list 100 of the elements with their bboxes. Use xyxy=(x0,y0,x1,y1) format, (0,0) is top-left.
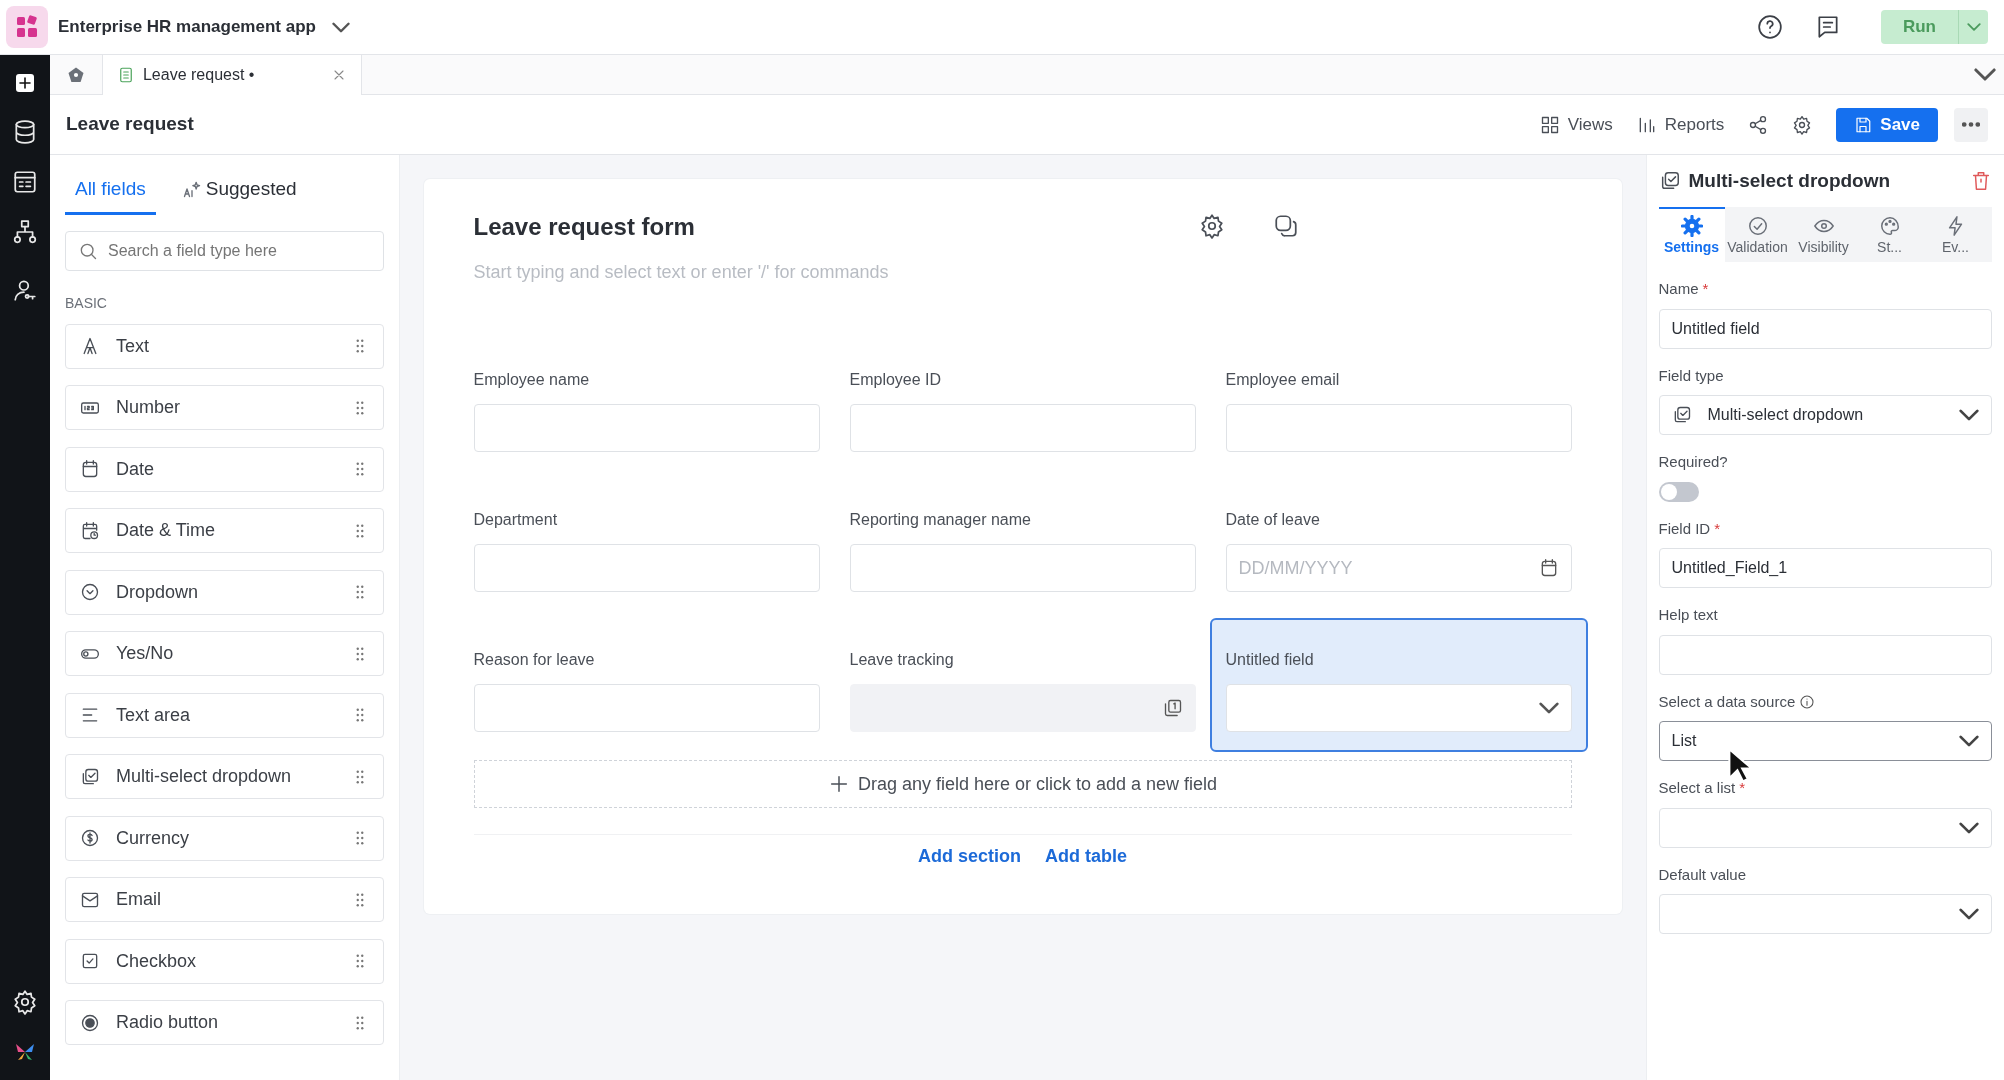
field-type-item[interactable]: Yes/No xyxy=(64,631,384,676)
share-icon xyxy=(1748,114,1769,135)
sparkle-icon xyxy=(181,179,202,200)
required-marker: * xyxy=(1702,279,1709,299)
form-title: Leave request form xyxy=(473,212,696,242)
plus-icon[interactable] xyxy=(13,71,37,95)
database-icon[interactable] xyxy=(12,119,38,145)
input-field[interactable] xyxy=(473,544,820,592)
field-label: Date of leave xyxy=(1225,510,1321,530)
form-icon[interactable] xyxy=(12,169,38,195)
section-heading: BASIC xyxy=(64,293,108,313)
field-type-item[interactable]: Dropdown xyxy=(64,569,384,615)
field-label: Field type xyxy=(1658,365,1724,386)
field-type-item[interactable]: Currency xyxy=(64,815,384,861)
palette-icon xyxy=(1878,215,1901,237)
input-field[interactable] xyxy=(1225,404,1572,452)
select-field[interactable] xyxy=(1658,894,1992,934)
field-label: Select a list xyxy=(1658,778,1736,798)
input-field[interactable] xyxy=(849,404,1196,452)
caret-icon xyxy=(1959,735,1979,747)
field-type-item[interactable]: Date & Time xyxy=(64,508,384,553)
field-type-item[interactable]: Radio button xyxy=(64,1000,384,1045)
add-link[interactable]: Add table xyxy=(1045,843,1127,870)
input-field[interactable] xyxy=(473,404,820,452)
caret-icon xyxy=(331,21,350,33)
input-field[interactable]: Untitled_Field_1 xyxy=(1658,548,1992,588)
property-tab[interactable]: St... xyxy=(1856,207,1923,262)
field-type-item[interactable]: Number xyxy=(64,385,384,430)
select-field[interactable]: List xyxy=(1658,721,1992,761)
settings-icon[interactable] xyxy=(12,989,38,1016)
panel-tab[interactable]: All fields xyxy=(64,163,156,215)
field-type-item[interactable]: Text area xyxy=(64,692,384,738)
save-button[interactable]: Save xyxy=(1836,107,1938,142)
field-label: Name xyxy=(1658,279,1699,299)
input-field[interactable] xyxy=(473,684,820,732)
dropdown-field[interactable] xyxy=(1225,684,1572,732)
caret-icon xyxy=(1538,702,1559,714)
property-tab[interactable]: Settings xyxy=(1658,207,1725,262)
select-value: Multi-select dropdown xyxy=(1707,405,1864,425)
field-label: Untitled field xyxy=(1225,650,1315,670)
property-tab[interactable]: Validation xyxy=(1724,207,1791,262)
caret-icon xyxy=(1959,908,1979,920)
app-title-dropdown[interactable]: Enterprise HR management app xyxy=(58,14,350,40)
property-tab[interactable]: Ev... xyxy=(1922,207,1989,262)
input-field[interactable] xyxy=(849,544,1196,592)
panel-tab[interactable]: Suggested xyxy=(171,163,307,215)
required-toggle[interactable] xyxy=(1658,481,1699,502)
more-icon xyxy=(1962,122,1980,127)
dollar-icon xyxy=(79,828,100,848)
tab-label: Leave request • xyxy=(142,64,255,85)
property-tab[interactable]: Visibility xyxy=(1790,207,1857,262)
settings-icon xyxy=(1792,114,1813,135)
field-label: Reason for leave xyxy=(473,650,596,670)
add-link[interactable]: Add section xyxy=(918,843,1021,870)
caret-icon xyxy=(1959,409,1979,421)
field-label: Employee ID xyxy=(849,370,943,390)
field-label: Department xyxy=(473,510,559,530)
select-field[interactable]: Multi-select dropdown xyxy=(1658,395,1992,435)
settings-icon xyxy=(1680,215,1703,237)
grid-icon xyxy=(1539,114,1560,135)
document-tab[interactable]: Leave request • xyxy=(101,54,362,95)
field-type-item[interactable]: Multi-select dropdown xyxy=(64,754,384,799)
delete-icon[interactable] xyxy=(1970,170,1992,192)
duplicate-icon[interactable] xyxy=(1272,213,1299,239)
radio-icon xyxy=(79,1012,100,1033)
app-title: Enterprise HR management app xyxy=(58,16,316,39)
field-type-item[interactable]: Text xyxy=(64,323,384,369)
check-circle-icon xyxy=(1746,215,1769,237)
field-label: Employee name xyxy=(473,370,591,390)
field-type-item[interactable]: Date xyxy=(64,446,384,492)
input-field[interactable] xyxy=(1658,634,1992,675)
hierarchy-icon[interactable] xyxy=(12,219,38,245)
more-button[interactable] xyxy=(1954,107,1988,142)
select-field[interactable] xyxy=(1658,807,1992,848)
field-label: Select a data source xyxy=(1658,691,1796,712)
chevron-circle-icon xyxy=(79,582,100,602)
reports-button[interactable]: Reports xyxy=(1628,107,1733,142)
caret-icon xyxy=(1966,23,1981,31)
field-label: Reporting manager name xyxy=(849,510,1032,530)
field-label: Help text xyxy=(1658,605,1718,625)
help-icon xyxy=(1756,14,1783,41)
input-field[interactable]: Untitled field xyxy=(1658,308,1992,349)
search-field[interactable]: Search a field type here xyxy=(64,230,384,271)
mouse-cursor-icon xyxy=(1728,748,1750,783)
floppy-icon xyxy=(1854,115,1873,134)
settings-icon[interactable] xyxy=(1198,213,1225,239)
caret-icon xyxy=(1959,821,1979,834)
drop-zone[interactable]: Drag any field here or click to add a new field xyxy=(473,760,1572,808)
field-label: Field ID xyxy=(1658,518,1711,539)
date-placeholder: DD/MM/YYYY xyxy=(1238,556,1353,580)
panel-title: Multi-select dropdown xyxy=(1688,168,1891,193)
field-type-item[interactable]: Checkbox xyxy=(64,938,384,984)
field-label: Required? xyxy=(1658,452,1728,472)
field-type-item[interactable]: Email xyxy=(64,877,384,922)
select-value: List xyxy=(1671,731,1697,751)
field-label: Employee email xyxy=(1225,370,1341,390)
views-button[interactable]: Views xyxy=(1531,107,1621,142)
app-logo[interactable] xyxy=(6,6,48,48)
tab-list-icon[interactable] xyxy=(1974,68,1996,81)
selected-field[interactable]: Untitled field xyxy=(1211,620,1586,750)
